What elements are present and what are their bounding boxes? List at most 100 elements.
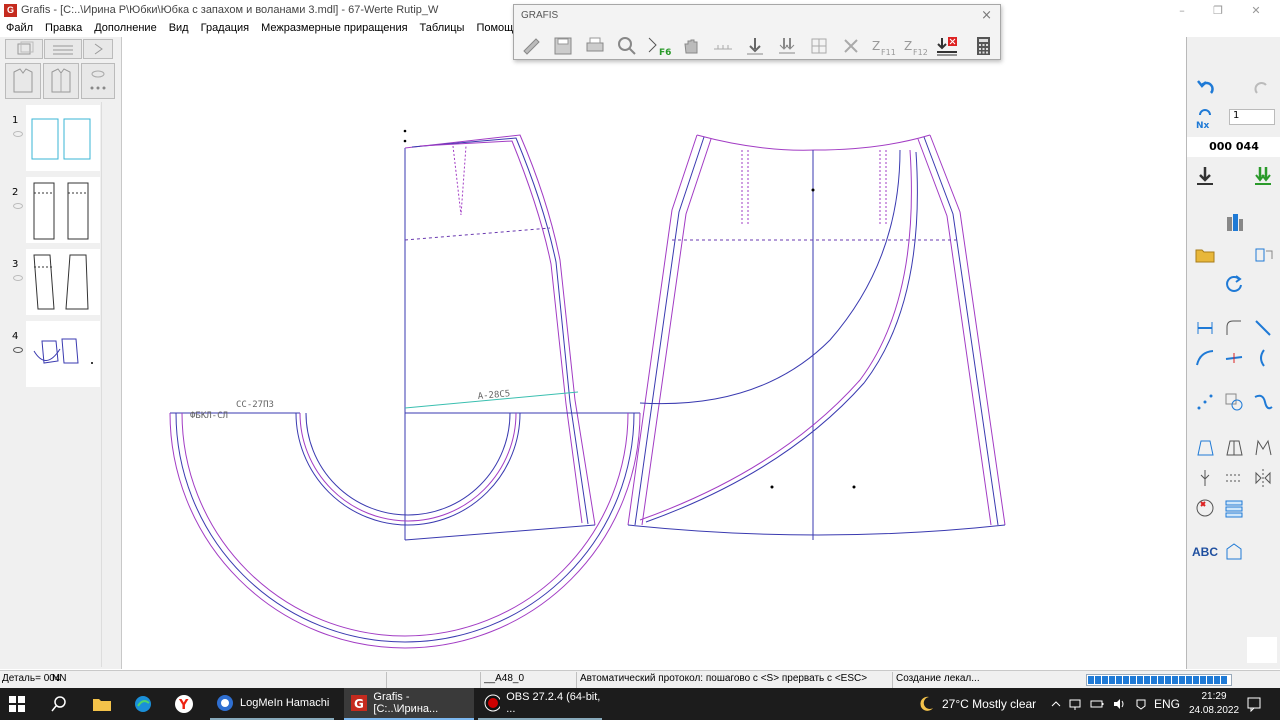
- maximize-button[interactable]: ❐: [1200, 0, 1236, 20]
- detail-thumbnail-1[interactable]: 1: [5, 105, 113, 175]
- run-all-button[interactable]: [1250, 163, 1276, 189]
- visibility-icon[interactable]: [13, 131, 23, 137]
- yandex-icon: Y: [175, 695, 193, 713]
- taskbar-app-obs[interactable]: OBS 27.2.4 (64-bit, ...: [478, 688, 602, 720]
- thumbnail-preview: [26, 177, 100, 243]
- piece-tool-3[interactable]: [1250, 435, 1276, 461]
- model-button-1[interactable]: [5, 63, 41, 99]
- visibility-icon[interactable]: [13, 347, 23, 353]
- pattern-sheet-button[interactable]: [1221, 209, 1247, 235]
- list-tab-button[interactable]: [44, 39, 82, 59]
- menu-file[interactable]: Файл: [0, 22, 39, 34]
- file-explorer-button[interactable]: [92, 688, 116, 720]
- f6-button[interactable]: F6: [645, 33, 673, 59]
- layers-icon: [1225, 500, 1243, 518]
- detail-thumbnail-2[interactable]: 2: [5, 177, 113, 247]
- diagonal-tool[interactable]: [1250, 315, 1276, 341]
- repeat-nx-button[interactable]: Nx: [1192, 105, 1218, 131]
- close-button[interactable]: ✕: [1238, 0, 1274, 20]
- detail-tab-button[interactable]: [5, 39, 43, 59]
- bezier-tool[interactable]: [1250, 389, 1276, 415]
- drawing-canvas[interactable]: СС-27ПЗ ФБКЛ-СЛ А-28С5: [122, 37, 1186, 669]
- export-button[interactable]: [933, 33, 961, 59]
- model-button-2[interactable]: [43, 63, 79, 99]
- move-down-button[interactable]: [741, 33, 769, 59]
- shape-tool[interactable]: [1221, 389, 1247, 415]
- refresh-icon: [1226, 275, 1242, 292]
- f6-icon: F6: [648, 37, 671, 57]
- repeat-count-input[interactable]: 1: [1229, 109, 1275, 125]
- move-all-down-button[interactable]: [773, 33, 801, 59]
- redo-button[interactable]: [1250, 75, 1276, 101]
- menu-bar: Файл Правка Дополнение Вид Градация Межр…: [0, 20, 520, 36]
- visibility-icon[interactable]: [13, 203, 23, 209]
- delete-point-tool[interactable]: [1192, 495, 1218, 521]
- menu-edit[interactable]: Правка: [39, 22, 88, 34]
- insert-detail-button[interactable]: [1250, 241, 1276, 267]
- tray-chevron[interactable]: [1050, 688, 1062, 720]
- language-indicator[interactable]: ENG: [1154, 688, 1180, 720]
- panel-expand-button[interactable]: [83, 39, 113, 59]
- menu-grading[interactable]: Градация: [195, 22, 256, 34]
- menu-addition[interactable]: Дополнение: [88, 22, 162, 34]
- piece-split-icon: [1226, 440, 1243, 456]
- grid-button[interactable]: [805, 33, 833, 59]
- menu-tables[interactable]: Таблицы: [414, 22, 471, 34]
- f12-button[interactable]: Z F12: [901, 33, 929, 59]
- notch-tool[interactable]: [1192, 465, 1218, 491]
- undo-button[interactable]: [1192, 75, 1218, 101]
- zoom-button[interactable]: [613, 33, 641, 59]
- distance-tool[interactable]: [1192, 315, 1218, 341]
- open-folder-button[interactable]: [1192, 241, 1218, 267]
- notifications-button[interactable]: [1246, 688, 1262, 720]
- label-tool[interactable]: [1221, 539, 1247, 565]
- cut-tool[interactable]: [1221, 345, 1247, 371]
- layers-tool[interactable]: [1221, 495, 1247, 521]
- arc-tool[interactable]: [1250, 345, 1276, 371]
- text-tool[interactable]: ABC: [1192, 539, 1218, 565]
- taskbar-app-hamachi[interactable]: LogMeIn Hamachi: [210, 688, 334, 720]
- detail-thumbnail-3[interactable]: 3: [5, 249, 113, 319]
- search-button[interactable]: [50, 688, 74, 720]
- tray-network[interactable]: [1068, 688, 1082, 720]
- detail-thumbnail-4[interactable]: 4: [5, 321, 113, 391]
- status-protocol: Автоматический протокол: пошагово с <S> …: [580, 673, 868, 684]
- magnifier-icon: [618, 37, 636, 55]
- curve-tool[interactable]: [1192, 345, 1218, 371]
- shape-icon: [1225, 393, 1243, 411]
- f11-button[interactable]: Z F11: [869, 33, 897, 59]
- open-button[interactable]: [517, 33, 545, 59]
- start-button[interactable]: [8, 688, 32, 720]
- print-button[interactable]: [581, 33, 609, 59]
- delete-button[interactable]: [837, 33, 865, 59]
- system-clock[interactable]: 21:29 24.08.2022: [1186, 690, 1242, 718]
- edge-button[interactable]: [133, 688, 157, 720]
- minimize-button[interactable]: –: [1164, 0, 1200, 20]
- obs-icon: [484, 694, 501, 712]
- save-button[interactable]: [549, 33, 577, 59]
- tray-volume[interactable]: [1112, 688, 1126, 720]
- tray-battery[interactable]: [1090, 688, 1104, 720]
- piece-tool-1[interactable]: [1192, 435, 1218, 461]
- step-down-button[interactable]: [1192, 163, 1218, 189]
- tray-app-icon[interactable]: [1134, 688, 1148, 720]
- yandex-browser-button[interactable]: Y: [174, 688, 198, 720]
- more-options-button[interactable]: [81, 63, 115, 99]
- corner-tool[interactable]: [1221, 315, 1247, 341]
- menu-view[interactable]: Вид: [163, 22, 195, 34]
- thumbnail-scrollbar[interactable]: [101, 102, 113, 667]
- hand-button[interactable]: [677, 33, 705, 59]
- weather-widget[interactable]: 27°C Mostly clear: [916, 688, 1036, 720]
- calculator-button[interactable]: [969, 33, 997, 59]
- taskbar-app-grafis[interactable]: G Grafis - [C:..\Ирина...: [344, 688, 474, 720]
- points-tool[interactable]: [1192, 389, 1218, 415]
- refresh-button[interactable]: [1221, 271, 1247, 297]
- menu-size-increments[interactable]: Межразмерные приращения: [255, 22, 413, 34]
- toolbar-close-icon[interactable]: ×: [981, 8, 992, 23]
- ruler-button[interactable]: [709, 33, 737, 59]
- status-separator: [386, 672, 387, 688]
- seam-tool[interactable]: [1221, 465, 1247, 491]
- mirror-tool[interactable]: [1250, 465, 1276, 491]
- visibility-icon[interactable]: [13, 275, 23, 281]
- piece-tool-2[interactable]: [1221, 435, 1247, 461]
